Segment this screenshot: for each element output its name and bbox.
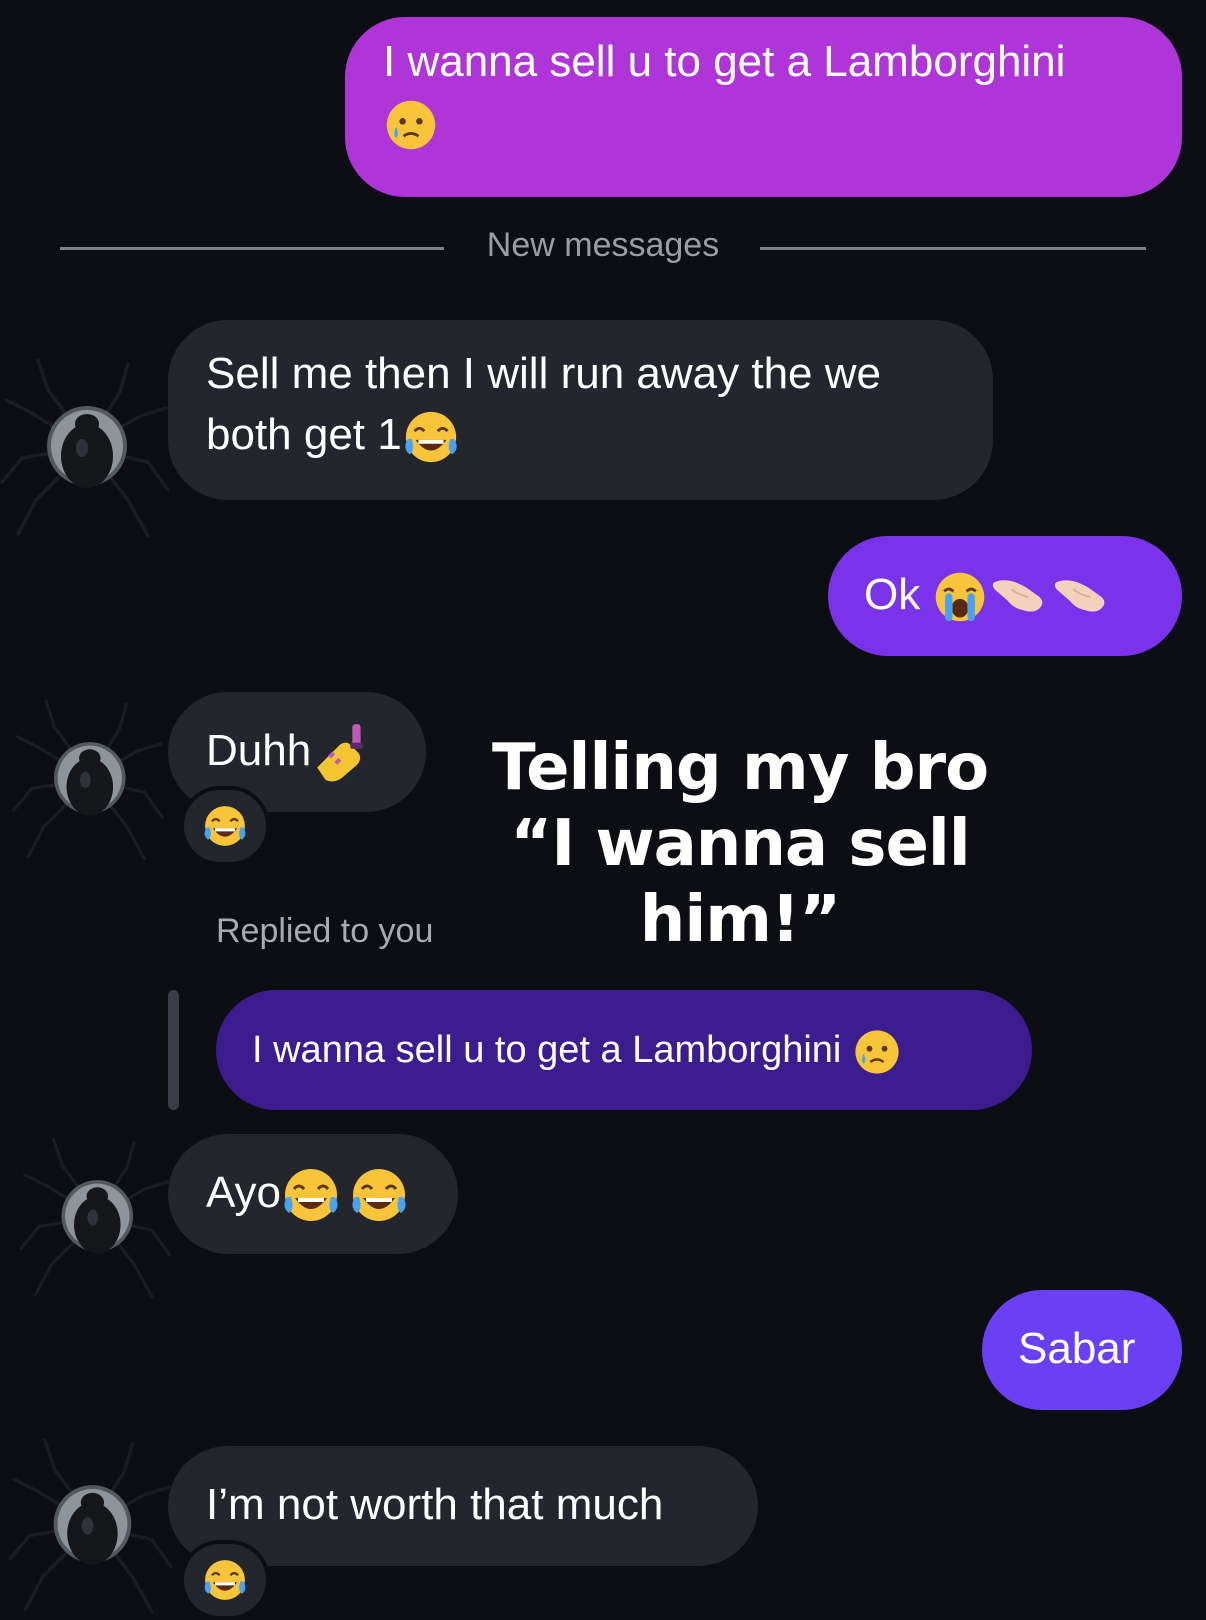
nail-polish-icon <box>311 722 373 784</box>
message-bubble-received[interactable]: I’m not worth that much <box>168 1446 758 1566</box>
reaction-badge[interactable] <box>180 786 270 866</box>
quoted-message-text: I wanna sell u to get a Lamborghini <box>252 1029 842 1071</box>
spider-avatar-icon[interactable] <box>18 1130 173 1300</box>
message-bubble-sent[interactable]: I wanna sell u to get a Lamborghini <box>345 17 1182 197</box>
meme-caption: Telling my bro “I wanna sell him!” <box>440 730 1040 958</box>
message-bubble-sent[interactable]: Ok <box>828 536 1182 656</box>
laugh-icon <box>202 803 248 849</box>
message-text-line2: both get 1 <box>206 410 402 459</box>
laugh-icon <box>402 408 460 466</box>
message-text: Sabar <box>1018 1324 1136 1373</box>
message-text: I wanna sell u to get a Lamborghini <box>383 37 1066 86</box>
reaction-badge[interactable] <box>180 1540 270 1620</box>
laugh-icon <box>281 1165 341 1225</box>
spider-avatar-icon[interactable] <box>8 692 168 862</box>
spider-avatar-icon[interactable] <box>0 350 170 540</box>
laugh-icon <box>202 1557 248 1603</box>
replied-to-you-label: Replied to you <box>216 912 434 950</box>
message-text-line1: Sell me then I will run away the we <box>206 349 881 398</box>
quoted-message[interactable]: I wanna sell u to get a Lamborghini <box>216 990 1032 1110</box>
spider-avatar-icon[interactable] <box>8 1428 173 1618</box>
reply-indicator-bar <box>168 990 179 1110</box>
meme-caption-line2: “I wanna sell him!” <box>510 807 970 957</box>
message-text: I’m not worth that much <box>206 1480 664 1529</box>
tear-smile-icon <box>852 1027 902 1077</box>
message-text: Duhh <box>206 726 312 775</box>
tear-smile-icon <box>383 97 439 153</box>
sob-icon <box>932 569 988 625</box>
point-hand-icon <box>1050 569 1112 625</box>
new-messages-divider: New messages <box>486 226 720 264</box>
message-bubble-received[interactable]: Sell me then I will run away the we both… <box>168 320 993 500</box>
point-hand-icon <box>988 569 1050 625</box>
message-text: Ayo <box>206 1168 282 1217</box>
message-bubble-sent[interactable]: Sabar <box>982 1290 1182 1410</box>
message-bubble-received[interactable]: Ayo <box>168 1134 458 1254</box>
meme-caption-line1: Telling my bro <box>491 731 989 805</box>
message-text: Ok <box>864 570 921 619</box>
laugh-icon <box>349 1165 409 1225</box>
